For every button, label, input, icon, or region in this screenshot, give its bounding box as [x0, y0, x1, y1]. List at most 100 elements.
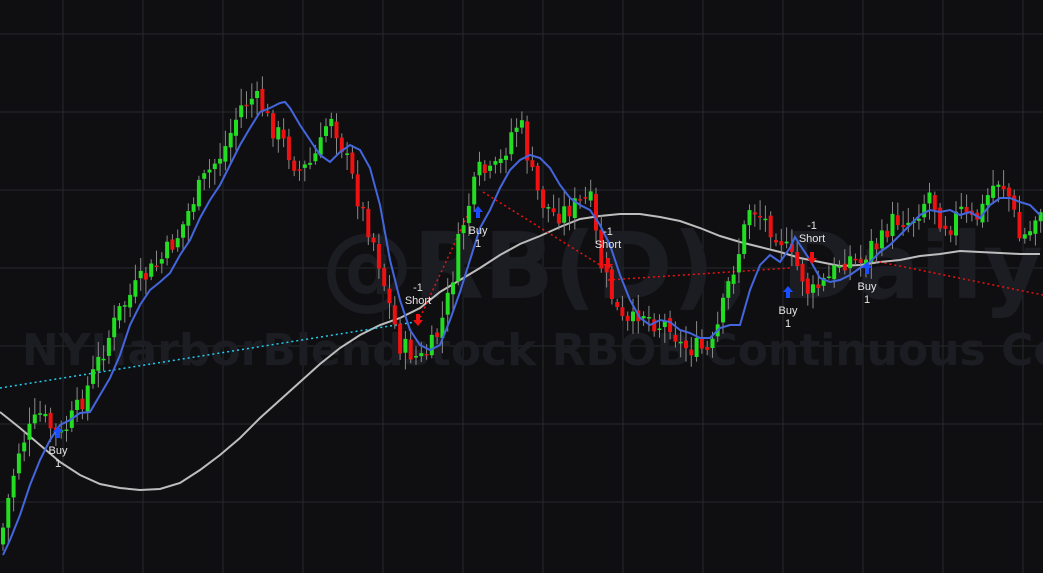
- candle-down: [805, 278, 810, 294]
- candle-up: [641, 316, 646, 319]
- candle-down: [816, 284, 821, 288]
- signal-label: Buy: [779, 305, 798, 317]
- candle-up: [101, 358, 106, 361]
- candle-down: [398, 323, 403, 354]
- candle-up: [488, 165, 493, 171]
- candle-up: [196, 179, 201, 207]
- candle-up: [736, 254, 741, 273]
- candle-down: [874, 243, 879, 250]
- candle-up: [742, 224, 747, 254]
- candle-up: [186, 211, 191, 226]
- candle-up: [927, 192, 932, 204]
- candle-down: [80, 398, 85, 410]
- candle-down: [265, 111, 270, 114]
- candle-up: [255, 91, 260, 98]
- candle-up: [996, 184, 1001, 187]
- candle-down: [371, 237, 376, 243]
- signal-qty: 1: [475, 238, 481, 250]
- candle-down: [530, 160, 535, 168]
- candle-down: [408, 339, 413, 360]
- candle-up: [784, 241, 789, 244]
- candle-up: [1028, 231, 1033, 236]
- candle-down: [376, 244, 381, 269]
- signal-qty: 1: [55, 458, 61, 470]
- candle-up: [345, 153, 350, 155]
- candle-up: [122, 305, 127, 307]
- candle-down: [387, 288, 392, 304]
- candle-up: [959, 206, 964, 210]
- signal-qty: -1: [603, 226, 613, 238]
- candle-down: [556, 213, 561, 224]
- candle-up: [562, 206, 567, 223]
- candle-down: [286, 136, 291, 161]
- candle-down: [1006, 187, 1011, 197]
- candle-up: [848, 256, 853, 269]
- candle-up: [763, 218, 768, 221]
- candle-up: [27, 423, 32, 440]
- candle-up: [678, 341, 683, 344]
- candle-up: [1022, 234, 1027, 239]
- candle-up: [228, 132, 233, 148]
- candle-up: [451, 282, 455, 295]
- candle-down: [583, 197, 588, 199]
- price-chart[interactable]: @RB(D), Daily NYHarborBlendstock RBOB Co…: [0, 0, 1043, 573]
- candle-down: [297, 169, 302, 171]
- candle-up: [811, 284, 815, 293]
- candle-down: [842, 263, 847, 271]
- signal-qty: 1: [864, 294, 870, 306]
- candle-down: [615, 302, 620, 307]
- candle-up: [128, 294, 133, 308]
- candle-down: [758, 216, 763, 218]
- candle-up: [414, 356, 418, 358]
- candle-up: [747, 210, 752, 226]
- signal-qty: 1: [785, 318, 791, 330]
- candle-up: [11, 475, 16, 498]
- candle-up: [112, 317, 117, 338]
- candle-up: [106, 337, 111, 356]
- candle-up: [985, 195, 990, 206]
- signal-qty: -1: [413, 282, 423, 294]
- candle-up: [1, 527, 5, 545]
- candle-up: [456, 234, 461, 282]
- signal-label: Buy: [469, 225, 488, 237]
- candle-up: [85, 385, 90, 412]
- candle-up: [313, 153, 318, 162]
- candle-up: [519, 120, 524, 128]
- candle-down: [594, 194, 598, 231]
- candle-up: [493, 161, 498, 165]
- candle-up: [721, 297, 725, 323]
- candle-up: [91, 369, 95, 384]
- signal-label: Short: [595, 239, 621, 251]
- candle-up: [514, 127, 519, 132]
- candle-up: [249, 98, 254, 105]
- candle-down: [361, 206, 365, 209]
- candle-up: [43, 413, 48, 417]
- candle-up: [826, 276, 831, 278]
- candle-up: [16, 453, 21, 474]
- candle-up: [954, 211, 958, 236]
- candle-up: [498, 158, 503, 163]
- candle-down: [271, 113, 275, 139]
- candle-up: [22, 442, 27, 452]
- candle-down: [1012, 195, 1017, 210]
- candle-up: [657, 328, 662, 330]
- candle-up: [234, 119, 238, 136]
- candle-up: [509, 132, 514, 155]
- candle-up: [191, 204, 196, 212]
- candle-up: [731, 274, 736, 284]
- candle-up: [403, 338, 408, 353]
- candle-up: [32, 414, 37, 424]
- candle-down: [551, 208, 556, 213]
- candle-up: [181, 224, 185, 238]
- candle-up: [138, 270, 143, 279]
- candle-up: [318, 137, 323, 155]
- candle-up: [832, 265, 837, 280]
- candle-down: [752, 212, 757, 215]
- candle-up: [991, 185, 996, 198]
- candle-up: [922, 203, 927, 218]
- candle-down: [625, 315, 630, 321]
- candle-up: [429, 334, 434, 356]
- candle-down: [154, 265, 159, 267]
- candle-down: [853, 258, 858, 261]
- candle-down: [143, 273, 148, 280]
